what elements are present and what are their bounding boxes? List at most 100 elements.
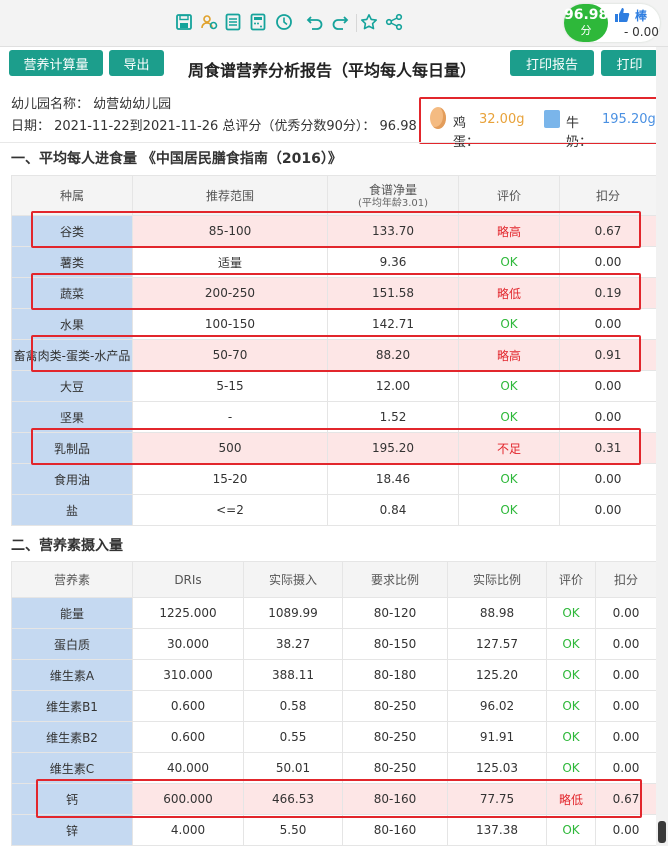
cell-net: 1.52 — [327, 401, 459, 433]
scrollbar-thumb[interactable] — [658, 821, 666, 843]
cell-net: 12.00 — [327, 370, 459, 402]
milk-label: 牛奶： — [566, 116, 593, 150]
cell-nutrient: 维生素B2 — [11, 721, 133, 753]
cell-actual-ratio: 127.57 — [447, 628, 547, 660]
list-icon[interactable] — [221, 10, 245, 34]
report-title: 周食谱营养分析报告（平均每人每日量） — [188, 61, 477, 80]
header-net-sub: (平均年龄3.01) — [357, 198, 429, 209]
cell-actual-ratio: 137.38 — [447, 814, 547, 846]
nutrition-calc-button[interactable]: 营养计算量 — [9, 50, 103, 76]
cell-nutrient: 锌 — [11, 814, 133, 846]
thumbs-up-icon — [614, 7, 630, 23]
food-intake-table: 种属 推荐范围 食谱净量 (平均年龄3.01) 评价 扣分 谷类 85-100 13… — [11, 175, 657, 526]
cell-nutrient: 能量 — [11, 597, 133, 629]
milk-value: 195.20g — [602, 112, 656, 127]
cell-nutrient: 蛋白质 — [11, 628, 133, 660]
toolbar: 96.98 分 棒 - 0.00 — [0, 0, 668, 47]
table-row: 蔬菜 200-250 151.58 略低 0.19 — [11, 277, 657, 309]
table-row: 大豆 5-15 12.00 OK 0.00 — [11, 370, 657, 402]
cell-net: 0.84 — [327, 494, 459, 526]
share-icon[interactable] — [382, 10, 406, 34]
cell-category: 坚果 — [11, 401, 133, 433]
table-row: 维生素C 40.000 50.01 80-250 125.03 OK 0.00 — [11, 752, 657, 784]
cell-required-ratio: 80-250 — [342, 690, 448, 722]
cell-eval: 略低 — [458, 277, 560, 309]
milk-icon — [544, 110, 560, 128]
cell-range: 5-15 — [132, 370, 328, 402]
cell-actual: 38.27 — [243, 628, 343, 660]
header-score: 扣分 — [595, 561, 657, 598]
header-dris: DRIs — [132, 561, 244, 598]
cell-category: 乳制品 — [11, 432, 133, 464]
divider — [0, 142, 656, 143]
table-row: 维生素B1 0.600 0.58 80-250 96.02 OK 0.00 — [11, 690, 657, 722]
print-report-button[interactable]: 打印报告 — [510, 50, 594, 76]
score-badge: 棒 — [635, 9, 648, 23]
date-score-line: 日期： 2021-11-22到2021-11-26 总评分（优秀分数90分）： … — [11, 119, 417, 134]
settings-people-icon[interactable] — [197, 10, 221, 34]
cell-net: 195.20 — [327, 432, 459, 464]
cell-dris: 0.600 — [132, 690, 244, 722]
egg-label: 鸡蛋： — [453, 116, 480, 150]
cell-required-ratio: 80-160 — [342, 783, 448, 815]
cell-score: 0.00 — [559, 370, 657, 402]
header-eval: 评价 — [458, 175, 560, 216]
cell-actual-ratio: 125.20 — [447, 659, 547, 691]
cell-range: 200-250 — [132, 277, 328, 309]
cell-actual-ratio: 96.02 — [447, 690, 547, 722]
header-net: 食谱净量 (平均年龄3.01) — [327, 175, 459, 216]
cell-score: 0.00 — [595, 814, 657, 846]
save-icon[interactable] — [172, 10, 196, 34]
cell-score: 0.31 — [559, 432, 657, 464]
star-icon[interactable] — [357, 10, 381, 34]
table-row: 锌 4.000 5.50 80-160 137.38 OK 0.00 — [11, 814, 657, 846]
cell-range: <=2 — [132, 494, 328, 526]
cell-eval: OK — [546, 628, 596, 660]
table-row: 蛋白质 30.000 38.27 80-150 127.57 OK 0.00 — [11, 628, 657, 660]
cell-actual: 5.50 — [243, 814, 343, 846]
header-nutrient: 营养素 — [11, 561, 133, 598]
cell-score: 0.67 — [559, 215, 657, 247]
undo-icon[interactable] — [303, 10, 327, 34]
redo-icon[interactable] — [328, 10, 352, 34]
cell-dris: 0.600 — [132, 721, 244, 753]
table-header-row: 营养素 DRIs 实际摄入 要求比例 实际比例 评价 扣分 — [11, 561, 657, 598]
cell-required-ratio: 80-120 — [342, 597, 448, 629]
cell-dris: 30.000 — [132, 628, 244, 660]
calc-icon[interactable] — [246, 10, 270, 34]
cell-required-ratio: 80-250 — [342, 752, 448, 784]
cell-score: 0.67 — [595, 783, 657, 815]
cell-actual-ratio: 91.91 — [447, 721, 547, 753]
cell-actual-ratio: 125.03 — [447, 752, 547, 784]
table-row: 坚果 -1.52 OK 0.00 — [11, 401, 657, 433]
cell-eval: OK — [546, 814, 596, 846]
cell-eval: 略高 — [458, 215, 560, 247]
header-range: 推荐范围 — [132, 175, 328, 216]
cell-score: 0.00 — [559, 494, 657, 526]
cell-range: - — [132, 401, 328, 433]
cell-dris: 310.000 — [132, 659, 244, 691]
cell-net: 9.36 — [327, 246, 459, 278]
cell-actual: 0.58 — [243, 690, 343, 722]
cell-score: 0.19 — [559, 277, 657, 309]
clock-icon[interactable] — [272, 10, 296, 34]
cell-nutrient: 维生素A — [11, 659, 133, 691]
cell-eval: 不足 — [458, 432, 560, 464]
header-score: 扣分 — [559, 175, 657, 216]
cell-net: 18.46 — [327, 463, 459, 495]
cell-nutrient: 维生素C — [11, 752, 133, 784]
cell-category: 蔬菜 — [11, 277, 133, 309]
cell-range: 500 — [132, 432, 328, 464]
scrollbar[interactable] — [656, 47, 668, 846]
print-button[interactable]: 打印 — [601, 50, 658, 76]
cell-category: 畜禽肉类-蛋类-水产品 — [11, 339, 133, 371]
cell-range: 50-70 — [132, 339, 328, 371]
cell-eval: OK — [458, 308, 560, 340]
export-button[interactable]: 导出 — [109, 50, 164, 76]
cell-eval: OK — [546, 721, 596, 753]
cell-score: 0.00 — [595, 659, 657, 691]
cell-category: 谷类 — [11, 215, 133, 247]
cell-required-ratio: 80-160 — [342, 814, 448, 846]
cell-score: 0.00 — [595, 721, 657, 753]
table-row: 维生素B2 0.600 0.55 80-250 91.91 OK 0.00 — [11, 721, 657, 753]
